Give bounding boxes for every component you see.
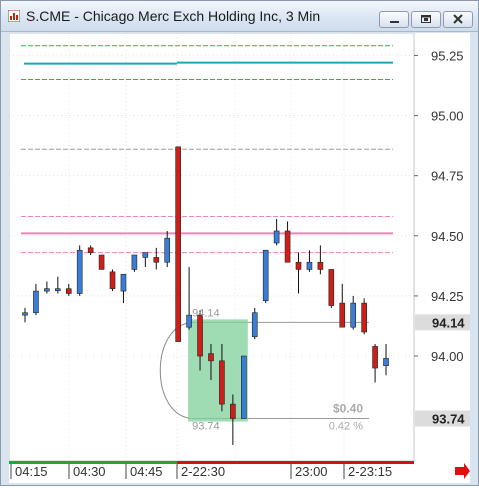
x-tick-label: 2-22:30 bbox=[181, 464, 225, 479]
candle bbox=[241, 355, 247, 419]
candle-body-down bbox=[153, 257, 160, 263]
x-tick-label: 23:00 bbox=[295, 464, 328, 479]
x-tick-label: 04:45 bbox=[130, 464, 163, 479]
candle-body-down bbox=[65, 288, 72, 294]
candle bbox=[361, 298, 367, 335]
candle-body-down bbox=[208, 353, 214, 362]
candle-body-up bbox=[120, 273, 127, 292]
measure-from-label: 94.14 bbox=[192, 307, 220, 319]
candle bbox=[109, 269, 116, 292]
candle bbox=[262, 249, 269, 304]
candle-body-up bbox=[142, 252, 149, 258]
window-title: S.CME - Chicago Merc Exch Holding Inc, 3… bbox=[26, 8, 321, 24]
candle-body-up bbox=[76, 249, 83, 294]
candle bbox=[98, 254, 105, 270]
candle-body-up bbox=[33, 290, 39, 314]
y-tick-label: 94.50 bbox=[431, 229, 464, 244]
candle-body-down bbox=[317, 261, 324, 270]
restore-button[interactable] bbox=[411, 11, 441, 28]
candle-body-up bbox=[262, 249, 269, 302]
candle-body-down bbox=[230, 403, 236, 419]
candle-body-down bbox=[361, 302, 367, 333]
candle-body-up bbox=[55, 288, 61, 291]
x-tick-label: 04:30 bbox=[73, 464, 106, 479]
app-icon bbox=[8, 10, 20, 22]
y-tick-label: 94.75 bbox=[431, 169, 464, 184]
candle-body-down bbox=[284, 230, 291, 263]
candle-body-down bbox=[109, 271, 116, 289]
measure-percent-label: 0.42 % bbox=[329, 421, 363, 433]
candle-body-down bbox=[98, 254, 105, 270]
candle-body-up bbox=[131, 254, 138, 270]
chart-area[interactable]: 94.14 93.74 $0.40 0.42 % 95.25 95.00 94.75 94.… bbox=[8, 32, 470, 483]
candle-body-up bbox=[273, 230, 280, 244]
price-chart[interactable]: 94.14 93.74 $0.40 0.42 % 95.25 95.00 94.75 94.… bbox=[8, 32, 470, 483]
measure-range-box[interactable] bbox=[188, 319, 248, 422]
candle bbox=[76, 245, 83, 296]
price-tag-label: 94.14 bbox=[432, 315, 465, 330]
x-tick-label: 04:15 bbox=[15, 464, 48, 479]
candle-body-down bbox=[295, 261, 302, 270]
restore-icon bbox=[421, 15, 431, 23]
x-tick-label: 2-23:15 bbox=[348, 464, 392, 479]
price-tag-label: 93.74 bbox=[432, 412, 465, 427]
y-tick-label: 94.00 bbox=[431, 349, 464, 364]
title-bar[interactable]: S.CME - Chicago Merc Exch Holding Inc, 3… bbox=[1, 1, 478, 32]
scroll-right-arrow-icon[interactable] bbox=[455, 463, 470, 479]
candle-body-down bbox=[372, 346, 378, 369]
candle bbox=[251, 307, 258, 340]
candle-body-up bbox=[251, 312, 258, 338]
close-icon bbox=[453, 14, 463, 24]
price-axis[interactable] bbox=[415, 33, 470, 461]
candle-body-down bbox=[175, 146, 181, 342]
y-tick-label: 95.00 bbox=[431, 109, 464, 124]
candle-body-down bbox=[328, 269, 335, 306]
candle-body-up bbox=[306, 261, 313, 270]
candle bbox=[328, 269, 335, 308]
candle-body-up bbox=[186, 314, 192, 328]
candle-body-up bbox=[44, 288, 50, 292]
y-tick-label: 95.25 bbox=[431, 48, 464, 63]
candle-body-up bbox=[22, 312, 28, 316]
minimize-button[interactable] bbox=[379, 11, 409, 28]
candle-body-up bbox=[350, 302, 357, 328]
candle-body-down bbox=[87, 247, 94, 253]
candle-body-up bbox=[164, 237, 171, 263]
measure-change-label: $0.40 bbox=[333, 402, 363, 416]
close-button[interactable] bbox=[443, 11, 473, 28]
time-axis[interactable]: 04:15 04:30 04:45 2-22:30 23:00 2-23:15 bbox=[9, 461, 414, 479]
y-tick-label: 94.25 bbox=[431, 289, 464, 304]
chart-window: S.CME - Chicago Merc Exch Holding Inc, 3… bbox=[0, 0, 479, 486]
candle-body-down bbox=[197, 314, 203, 357]
candle-body-down bbox=[219, 360, 225, 405]
candle bbox=[175, 146, 181, 342]
candle-body-up bbox=[383, 358, 389, 366]
candle-body-up bbox=[241, 355, 247, 419]
candle-body-down bbox=[339, 302, 346, 328]
minimize-icon bbox=[390, 21, 399, 23]
measure-to-label: 93.74 bbox=[192, 421, 220, 433]
candle bbox=[131, 254, 138, 272]
